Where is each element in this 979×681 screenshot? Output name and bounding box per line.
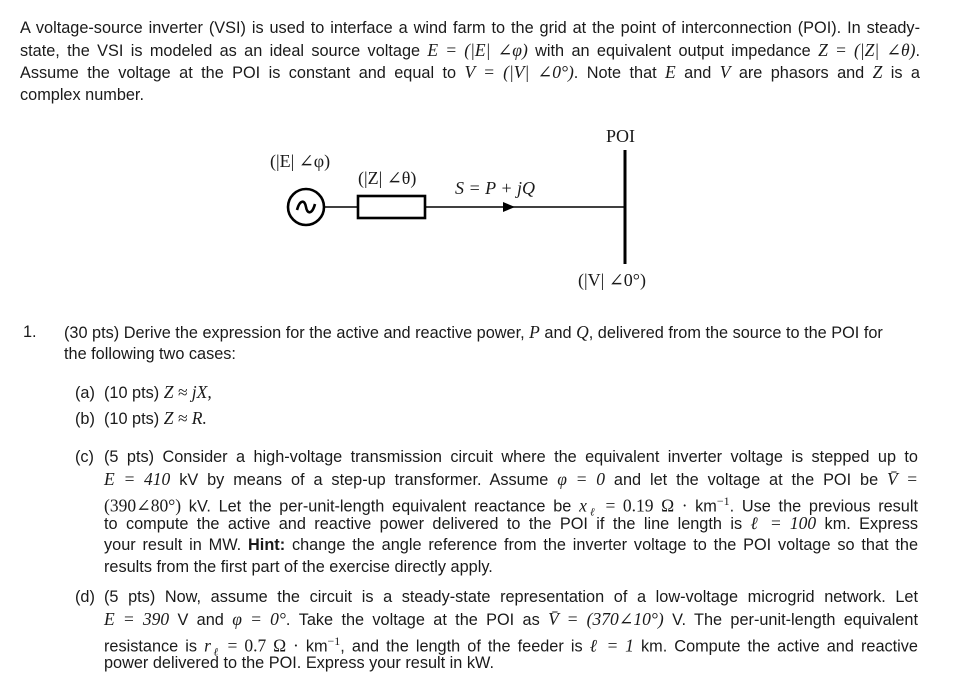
- part-label: (a): [75, 384, 95, 402]
- math-phi: φ = 0: [557, 469, 605, 489]
- math-e-value: E = 390: [104, 609, 170, 629]
- question-number: 1.: [23, 323, 37, 341]
- part-text: . Take the voltage at the POI as: [285, 611, 549, 629]
- math-p: P: [529, 322, 540, 342]
- math-phi: φ = 0°: [232, 609, 286, 629]
- part-c-line-5: your result in MW. Hint: change the angl…: [104, 535, 918, 555]
- question-1-line-1: (30 pts) Derive the expression for the a…: [64, 322, 883, 343]
- power-flow-arrow-icon: [503, 202, 515, 212]
- part-label: (b): [75, 410, 95, 428]
- part-c-line-1: (5 pts) Consider a high-voltage transmis…: [104, 448, 918, 466]
- impedance-box: [356, 194, 427, 220]
- part-text: change the angle reference from the inve…: [285, 536, 918, 554]
- part-a: (a) (10 pts) Z ≈ jX,: [75, 382, 212, 403]
- part-text: and let the voltage at the POI be: [605, 471, 888, 489]
- part-text: V. The per-unit-length equivalent: [663, 611, 918, 629]
- sine-wave-icon: [295, 200, 317, 214]
- part-c-line-6: results from the first part of the exerc…: [104, 558, 493, 576]
- math-vbar: V̄ =: [887, 469, 918, 489]
- question-text: (30 pts) Derive the expression for the a…: [64, 324, 530, 342]
- part-b-expression: Z ≈ R.: [163, 408, 207, 428]
- question-text: and: [539, 324, 577, 342]
- hint-label: Hint:: [248, 536, 286, 554]
- math-superscript: −1: [716, 494, 730, 508]
- part-text: km. Compute the active and reactive: [633, 637, 918, 656]
- part-text: to compute the active and reactive power…: [104, 515, 751, 533]
- math-vbar-value: V̄ = (370∠10°): [548, 609, 664, 629]
- bus-voltage-label: (|V| ∠0°): [578, 270, 646, 290]
- part-label: (d): [75, 588, 95, 606]
- part-d-line-2: E = 390 V and φ = 0°. Take the voltage a…: [104, 609, 918, 630]
- impedance-label: (|Z| ∠θ): [358, 168, 417, 188]
- math-e-value: E = 410: [104, 469, 171, 489]
- part-d-line-4: power delivered to the POI. Express your…: [104, 654, 495, 672]
- math-length: ℓ = 1: [589, 635, 634, 656]
- math-length: ℓ = 100: [750, 513, 817, 533]
- part-text: V and: [169, 611, 233, 629]
- part-c-line-4: to compute the active and reactive power…: [104, 513, 918, 534]
- question-1-line-2: the following two cases:: [64, 345, 236, 363]
- math-superscript: −1: [327, 634, 341, 648]
- part-text: kV by means of a step-up transformer. As…: [170, 471, 558, 489]
- part-a-expression: Z ≈ jX,: [163, 382, 212, 402]
- part-label: (c): [75, 448, 94, 466]
- part-c-line-2: E = 410 kV by means of a step-up transfo…: [104, 469, 918, 490]
- source-label: (|E| ∠φ): [270, 151, 331, 171]
- power-label: S = P + jQ: [455, 178, 535, 198]
- part-b: (b) (10 pts) Z ≈ R.: [75, 408, 207, 429]
- part-d-line-1: (5 pts) Now, assume the circuit is a ste…: [104, 588, 918, 606]
- part-points: (10 pts): [103, 410, 160, 428]
- poi-label: POI: [606, 126, 636, 146]
- question-text: , delivered from the source to the POI f…: [588, 324, 883, 342]
- math-q: Q: [576, 322, 589, 342]
- part-points: (10 pts): [103, 384, 160, 402]
- part-text: your result in MW.: [104, 536, 249, 554]
- part-text: km. Express: [816, 515, 918, 533]
